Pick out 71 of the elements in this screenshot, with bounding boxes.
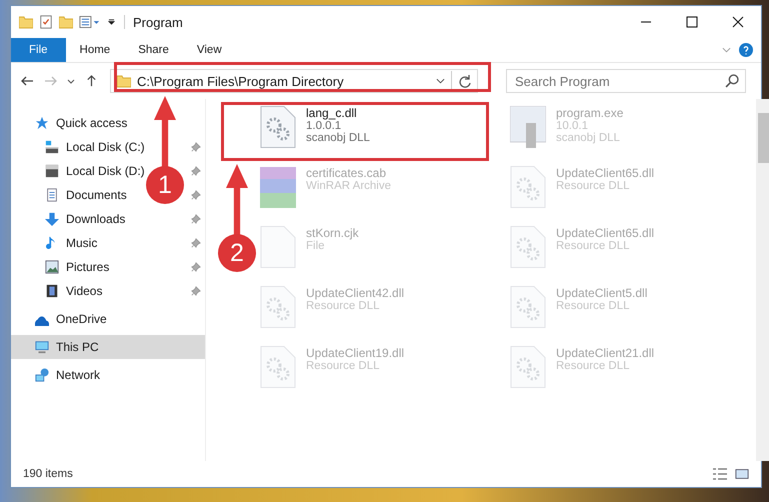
up-arrow-icon[interactable] <box>85 75 98 87</box>
refresh-icon[interactable] <box>458 74 472 88</box>
file-detail: Resource DLL <box>556 180 630 192</box>
ribbon-tab[interactable]: View <box>182 38 236 62</box>
download-icon <box>45 212 59 226</box>
computer-icon <box>35 340 49 354</box>
sidebar-item[interactable]: Local Disk (C:) <box>11 135 145 159</box>
dropdown-icon[interactable] <box>107 19 116 25</box>
forward-icon[interactable] <box>44 75 57 87</box>
file-detail: Resource DLL <box>556 240 630 252</box>
arrow <box>154 96 176 168</box>
file-detail: Resource DLL <box>556 300 630 312</box>
file-detail: File <box>306 240 325 252</box>
sidebar-item[interactable]: OneDrive <box>11 307 205 331</box>
search-field[interactable]: Search Program <box>506 69 746 93</box>
file-name[interactable]: lang_c.dll <box>306 106 357 120</box>
sidebar-item[interactable]: Local Disk (D:) <box>11 159 145 183</box>
sidebar-item[interactable]: Quick access <box>11 111 205 135</box>
application-icon[interactable] <box>510 106 546 148</box>
sidebar-item[interactable]: Videos <box>11 279 102 303</box>
star-icon <box>35 116 49 130</box>
gear-document-icon[interactable] <box>260 106 296 148</box>
pin-icon[interactable] <box>191 262 201 272</box>
drive-icon <box>45 140 59 154</box>
window-title: Program <box>133 14 183 30</box>
sidebar-item[interactable]: Documents <box>11 183 127 207</box>
scrollbar[interactable] <box>756 99 769 461</box>
file-detail: Resource DLL <box>306 300 380 312</box>
chevron-icon[interactable] <box>722 47 731 53</box>
archive-icon[interactable] <box>260 166 296 208</box>
back-icon[interactable] <box>21 75 34 87</box>
pin-icon[interactable] <box>191 238 201 248</box>
folder-icon <box>117 74 131 88</box>
file-detail: scanobj DLL <box>306 132 370 144</box>
network-icon <box>35 368 49 382</box>
arrow <box>226 164 248 236</box>
folder-icon[interactable] <box>59 15 73 29</box>
file-detail: 1.0.0.1 <box>306 120 342 132</box>
ribbon-tab[interactable]: Share <box>124 38 183 62</box>
sidebar-item-selected[interactable]: This PC <box>11 335 205 359</box>
folder-icon[interactable] <box>19 15 33 29</box>
sidebar-item[interactable]: Pictures <box>11 255 110 279</box>
document-icon <box>45 188 59 202</box>
sidebar-item[interactable]: Music <box>11 231 98 255</box>
pin-icon[interactable] <box>191 190 201 200</box>
properties-icon[interactable] <box>79 15 101 29</box>
file-detail: WinRAR Archive <box>306 180 391 192</box>
drive-icon <box>45 164 59 178</box>
file-detail: Resource DLL <box>306 360 380 372</box>
address-field[interactable]: C:\Program Files\Program Directory <box>110 69 478 93</box>
ribbon-tab[interactable]: File <box>11 38 66 62</box>
pin-icon[interactable] <box>191 214 201 224</box>
pin-icon[interactable] <box>191 142 201 152</box>
dropdown-icon[interactable] <box>436 78 445 84</box>
checklist-icon[interactable] <box>39 15 53 29</box>
file-detail: scanobj DLL <box>556 132 620 144</box>
large-icons-view-icon[interactable] <box>735 467 749 481</box>
ribbon-tab[interactable]: Home <box>66 38 124 62</box>
file-detail: Resource DLL <box>556 360 630 372</box>
pin-icon[interactable] <box>191 286 201 296</box>
film-icon <box>45 284 59 298</box>
sidebar-item[interactable]: Downloads <box>11 207 126 231</box>
picture-icon <box>45 260 59 274</box>
help-icon[interactable] <box>739 43 753 57</box>
search-icon[interactable] <box>725 74 739 88</box>
pin-icon[interactable] <box>191 166 201 176</box>
recent-locations-icon[interactable] <box>67 78 75 84</box>
item-count: 190 items <box>23 468 73 480</box>
details-view-icon[interactable] <box>713 467 727 481</box>
file-detail: 10.0.1 <box>556 120 588 132</box>
sidebar-item[interactable]: Network <box>11 363 205 387</box>
